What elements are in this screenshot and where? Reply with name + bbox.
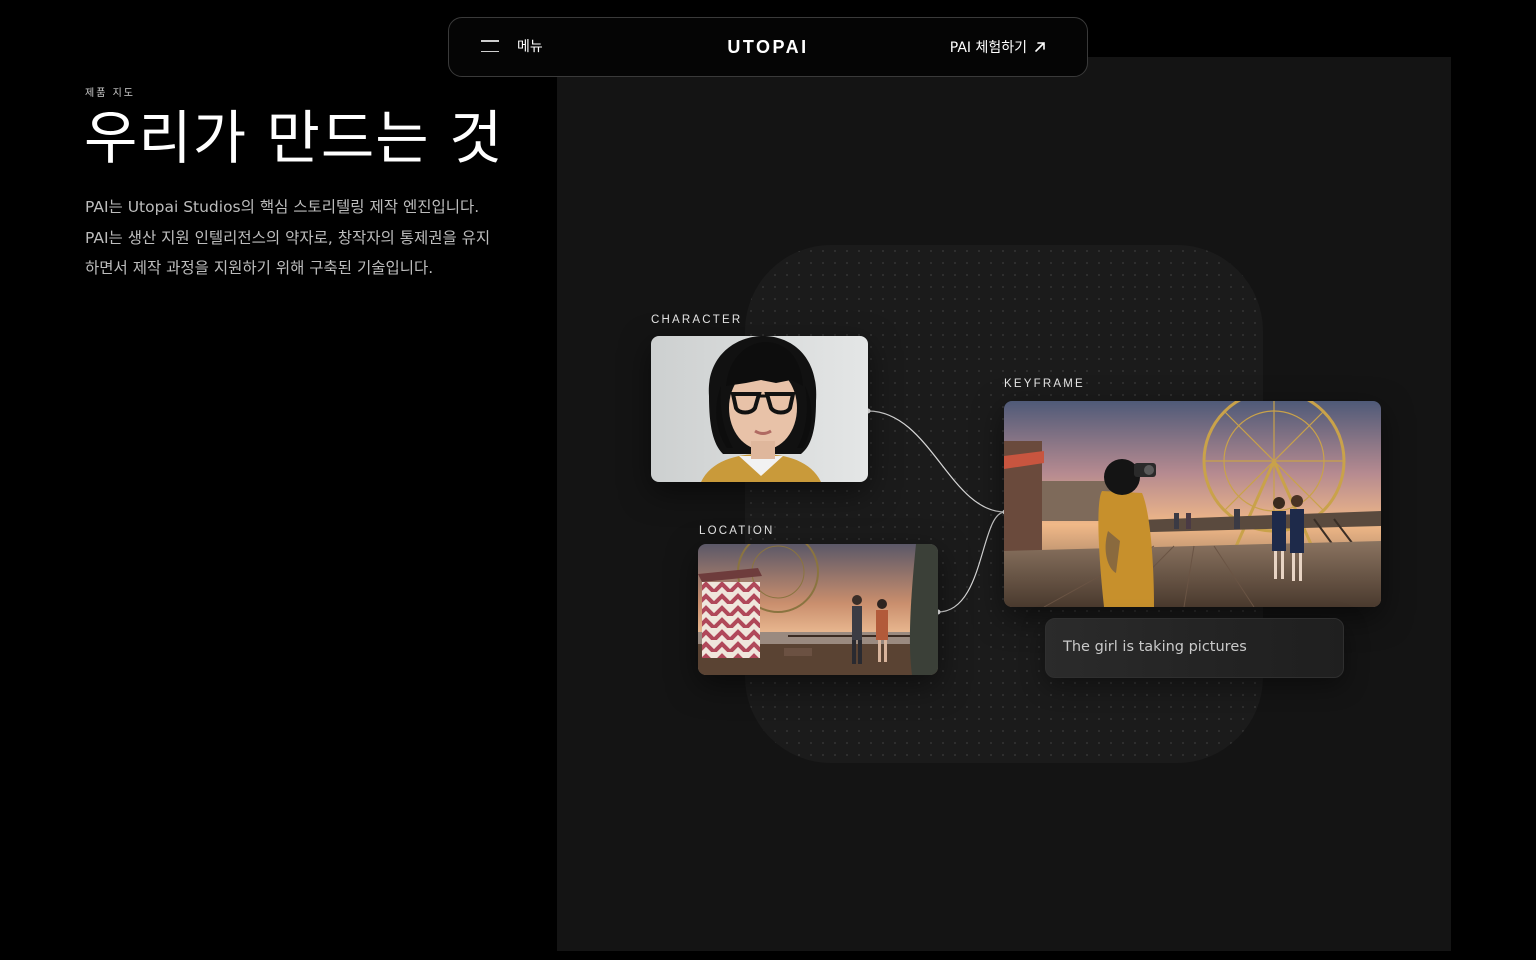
try-pai-button[interactable]: PAI 체험하기 xyxy=(950,37,1047,57)
hamburger-icon xyxy=(481,40,501,52)
location-label: LOCATION xyxy=(699,525,775,537)
menu-label: 메뉴 xyxy=(517,39,543,55)
arrow-up-right-icon xyxy=(1035,42,1045,52)
top-navigation-bar: 메뉴 UTOPAI PAI 체험하기 xyxy=(448,17,1088,77)
keyframe-caption: The girl is taking pictures xyxy=(1045,618,1344,678)
try-pai-label: PAI 체험하기 xyxy=(949,40,1027,56)
keyframe-label: KEYFRAME xyxy=(1004,378,1085,390)
character-image xyxy=(651,336,868,482)
location-image xyxy=(698,544,938,675)
description-line: 하면서 제작 과정을 지원하기 위해 구축된 기술입니다. xyxy=(85,259,434,277)
menu-button[interactable]: 메뉴 xyxy=(481,36,543,56)
description-line: PAI는 생산 지원 인텔리전스의 약자로, 창작자의 통제권을 유지 xyxy=(85,228,491,247)
description-line: PAI는 Utopai Studios의 핵심 스토리텔링 제작 엔진입니다. xyxy=(85,198,480,216)
character-label: CHARACTER xyxy=(651,314,743,326)
page-title: 우리가 만드는 것 xyxy=(84,104,504,172)
keyframe-image xyxy=(1004,401,1381,607)
section-eyebrow: 제품 지도 xyxy=(85,88,135,99)
hero-description: PAI는 Utopai Studios의 핵심 스토리텔링 제작 엔진입니다. … xyxy=(85,192,525,284)
